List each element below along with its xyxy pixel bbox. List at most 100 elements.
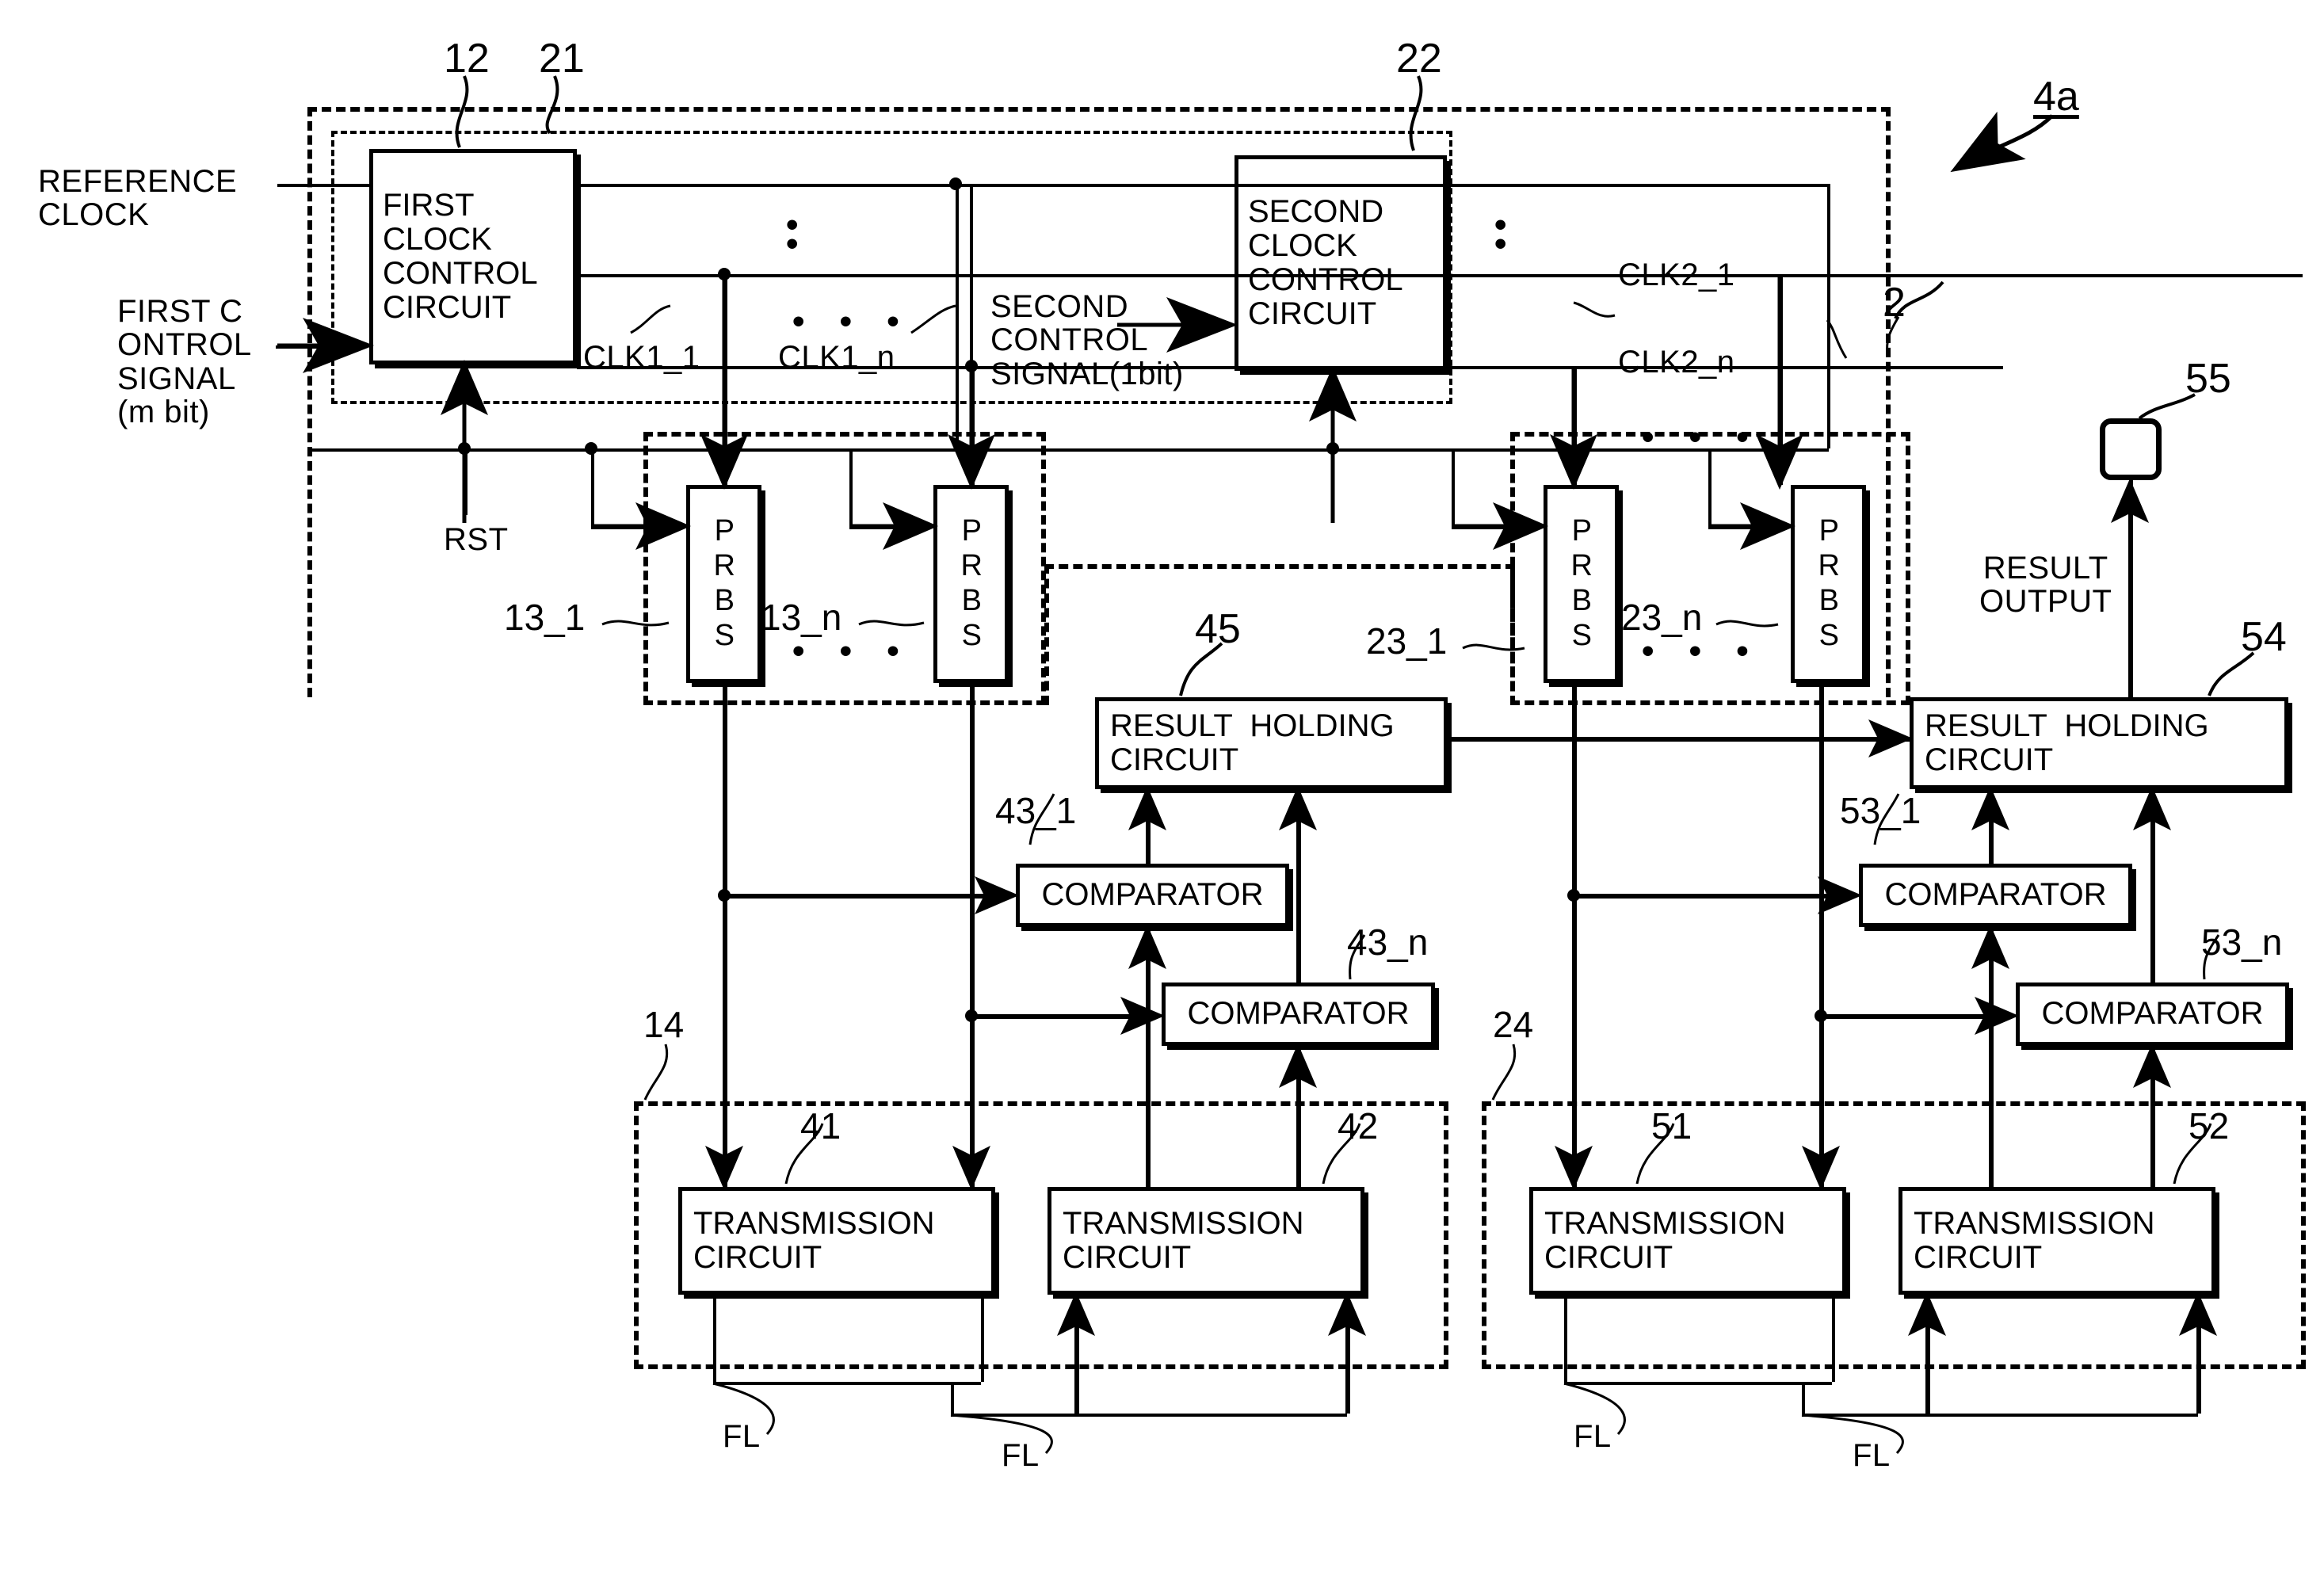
transmission-circuit-51[interactable]: TRANSMISSION CIRCUIT [1529, 1187, 1846, 1295]
wire-rst-to-prbs23-n-h [1708, 526, 1786, 529]
comparator-53-n[interactable]: COMPARATOR [2016, 982, 2289, 1046]
ref-24: 24 [1493, 1004, 1534, 1045]
label-second-control-signal: SECOND CONTROL SIGNAL(1bit) [990, 289, 1184, 391]
ref-13-n: 13_n [761, 597, 842, 638]
ellipsis-horizontal-clk2: • • • [1642, 418, 1761, 456]
ref-2: 2 [1883, 280, 1906, 326]
wire-tx52-up-to-comp53-n [2152, 1046, 2155, 1187]
junction-dot-tap-43-n [965, 1009, 978, 1022]
ellipsis-vertical-clk1: • • [786, 205, 799, 264]
wire-fl-52-up [2198, 1295, 2201, 1414]
wire-fl-42-h [951, 1414, 1347, 1417]
wire-first-control-signal [276, 345, 363, 349]
label-reference-clock: REFERENCE CLOCK [38, 164, 238, 233]
ref-45: 45 [1195, 606, 1241, 652]
result-holding-circuit-54[interactable]: RESULT HOLDING CIRCUIT [1910, 697, 2288, 789]
wire-comp53-n-to-rhc54 [2152, 789, 2155, 982]
wire-fl-41-out [713, 1295, 716, 1382]
label-rst: RST [444, 522, 509, 557]
label-first-control-signal: FIRST C ONTROL SIGNAL (m bit) [117, 294, 252, 430]
wire-rst-bus [307, 448, 1829, 452]
ref-52: 52 [2189, 1105, 2230, 1147]
wire-comp43-1-to-rhc45 [1147, 789, 1151, 864]
wire-rst-to-prbs13-n [849, 448, 853, 526]
ref-4a: 4a [2033, 74, 2079, 120]
wire-fl-51-up [1832, 1295, 1835, 1382]
ref-43-1: 43_1 [995, 790, 1077, 831]
wire-rst-to-prbs13-1-h [591, 526, 678, 529]
wire-prbs13-1-out [724, 683, 727, 1187]
wire-comp43-n-to-rhc45 [1298, 789, 1301, 982]
wire-fl-42-out [1076, 1295, 1079, 1414]
wire-refclk-out [577, 184, 1827, 187]
label-fl-4: FL [1853, 1438, 1891, 1473]
ref-21: 21 [539, 36, 585, 82]
wire-rhc45-to-rhc54 [1448, 738, 1911, 742]
ref-53-n: 53_n [2201, 921, 2283, 963]
wire-rst-to-prbs23-1 [1452, 448, 1455, 526]
label-fl-1: FL [723, 1419, 761, 1454]
ellipsis-vertical-clk2: • • [1494, 205, 1507, 264]
ellipsis-horizontal-clk1: • • • [792, 302, 912, 341]
wire-rst-to-prbs23-n [1708, 448, 1712, 526]
second-clock-control-circuit[interactable]: SECOND CLOCK CONTROL CIRCUIT [1235, 155, 1447, 371]
wire-clk2-n [1447, 366, 1574, 369]
result-holding-circuit-45[interactable]: RESULT HOLDING CIRCUIT [1095, 697, 1448, 789]
wire-rhc54-to-pad [2130, 480, 2133, 697]
result-output-pad-55[interactable] [2100, 418, 2162, 480]
wire-clk1-n-drop [971, 366, 975, 485]
wire-prbs23-n-out [1821, 683, 1824, 1187]
wire-prbs23-n-to-comp53-n [1821, 1016, 2006, 1019]
prbs-23-1[interactable]: PRBS [1544, 485, 1619, 683]
wire-prbs13-n-to-comp43-n [971, 1016, 1152, 1019]
prbs-13-n[interactable]: PRBS [933, 485, 1009, 683]
wire-clk1-1-drop [724, 274, 727, 485]
ellipsis-horizontal-prbs1: • • • [792, 631, 912, 670]
label-clk2-1: CLK2_1 [1618, 258, 1735, 292]
wire-fl-41-up [981, 1295, 984, 1382]
wire-rst-to-prbs13-1 [591, 448, 594, 526]
comparator-43-1[interactable]: COMPARATOR [1016, 864, 1289, 927]
wire-fl-52-h [1802, 1414, 2198, 1417]
junction-dot-tap-53-1 [1567, 889, 1580, 902]
wire-fl-41-h [713, 1382, 981, 1385]
wire-prbs23-1-to-comp53-1 [1574, 895, 1849, 899]
wire-rst-to-prbs23-1-h [1452, 526, 1539, 529]
ref-23-1: 23_1 [1366, 620, 1448, 662]
wire-rst-to-prbs13-n-h [849, 526, 927, 529]
comparator-43-n[interactable]: COMPARATOR [1162, 982, 1435, 1046]
label-result-output: RESULT OUTPUT [1979, 551, 2112, 620]
ref-42: 42 [1338, 1105, 1379, 1147]
wire-tx42-up-to-comp43-n [1298, 1046, 1301, 1187]
transmission-circuit-41[interactable]: TRANSMISSION CIRCUIT [678, 1187, 995, 1295]
wire-fl-42-up [1347, 1295, 1350, 1414]
ref-54: 54 [2241, 614, 2287, 660]
wire-clk1-1 [577, 274, 2303, 277]
wire-refclk-right-drop [1827, 184, 1830, 448]
junction-dot-rst-1 [458, 442, 471, 455]
junction-dot-tap-43-1 [718, 889, 731, 902]
wire-fl-51-out [1564, 1295, 1567, 1382]
ref-51: 51 [1651, 1105, 1692, 1147]
prbs-13-1[interactable]: PRBS [686, 485, 761, 683]
wire-prbs23-1-out [1574, 683, 1577, 1187]
wire-comp53-1-to-rhc54 [1990, 789, 1994, 864]
transmission-circuit-52[interactable]: TRANSMISSION CIRCUIT [1899, 1187, 2215, 1295]
ref-13-1: 13_1 [504, 597, 586, 638]
comparator-53-1[interactable]: COMPARATOR [1859, 864, 2132, 927]
wire-refclk-to-second [956, 184, 959, 448]
label-clk1-n: CLK1_n [778, 340, 895, 375]
first-clock-control-circuit[interactable]: FIRST CLOCK CONTROL CIRCUIT [369, 149, 577, 364]
label-fl-2: FL [1002, 1438, 1040, 1473]
label-clk1-1: CLK1_1 [583, 340, 700, 375]
ref-12: 12 [444, 36, 490, 82]
label-clk2-n: CLK2_n [1618, 345, 1735, 380]
ref-41: 41 [800, 1105, 841, 1147]
transmission-circuit-42[interactable]: TRANSMISSION CIRCUIT [1048, 1187, 1364, 1295]
wire-fl-52-out [1927, 1295, 1930, 1414]
wire-prbs13-n-out [971, 683, 975, 1187]
prbs-23-n[interactable]: PRBS [1791, 485, 1866, 683]
junction-dot-rst-2 [585, 442, 597, 455]
wire-fl-51-h [1564, 1382, 1832, 1385]
ellipsis-horizontal-prbs2: • • • [1642, 631, 1761, 670]
